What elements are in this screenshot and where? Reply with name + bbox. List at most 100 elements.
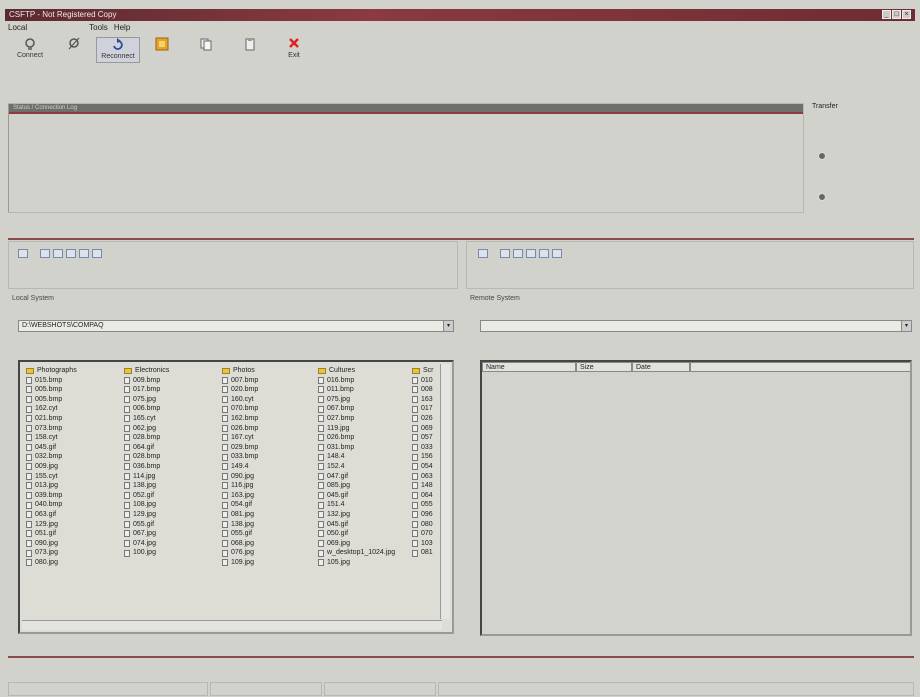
file-item[interactable]: 063.gif [26, 510, 122, 520]
file-item[interactable]: 100.jpg [124, 548, 220, 558]
file-item[interactable]: 163 [412, 395, 440, 405]
file-item[interactable]: 132.jpg [318, 510, 414, 520]
local-horizontal-scrollbar[interactable] [22, 620, 442, 630]
menu-local[interactable]: Local [8, 23, 27, 32]
file-item[interactable]: 040.bmp [26, 500, 122, 510]
file-item[interactable]: 070 [412, 529, 440, 539]
file-item[interactable]: 103 [412, 539, 440, 549]
file-item[interactable]: 155.cyt [26, 472, 122, 482]
local-folder-icon[interactable] [18, 249, 28, 258]
remote-up-icon[interactable] [513, 249, 523, 258]
file-item[interactable]: 028.bmp [124, 433, 220, 443]
file-item[interactable]: 081 [412, 548, 440, 558]
file-item[interactable]: 015.bmp [26, 376, 122, 386]
file-item[interactable]: 020.bmp [222, 385, 318, 395]
chevron-down-icon[interactable]: ▾ [443, 321, 453, 331]
file-item[interactable]: 055.gif [124, 520, 220, 530]
file-item[interactable]: 006.bmp [124, 404, 220, 414]
file-item[interactable]: 129.jpg [26, 520, 122, 530]
file-item[interactable]: 069 [412, 424, 440, 434]
file-item[interactable]: 064.gif [124, 443, 220, 453]
file-item[interactable]: 054.gif [222, 500, 318, 510]
file-item[interactable]: 026.bmp [318, 433, 414, 443]
menu-help[interactable]: Help [114, 23, 130, 32]
file-item[interactable]: 031.bmp [318, 443, 414, 453]
disconnect-button[interactable] [52, 37, 96, 52]
file-item[interactable]: 080.jpg [26, 558, 122, 568]
file-item[interactable]: 085.jpg [318, 481, 414, 491]
chevron-down-icon[interactable]: ▾ [901, 321, 911, 331]
folder-item[interactable]: Scr [412, 366, 440, 376]
file-item[interactable]: 008 [412, 385, 440, 395]
minimize-icon[interactable]: _ [882, 10, 891, 19]
file-item[interactable]: 080 [412, 520, 440, 530]
file-item[interactable]: 076.jpg [222, 548, 318, 558]
local-path-dropdown[interactable]: D:\WEBSHOTS\COMPAQ ▾ [18, 320, 454, 332]
file-item[interactable]: 064 [412, 491, 440, 501]
maximize-icon[interactable]: □ [892, 10, 901, 19]
file-item[interactable]: 162.cyt [26, 404, 122, 414]
file-item[interactable]: 009.jpg [26, 462, 122, 472]
remote-path-dropdown[interactable]: ▾ [480, 320, 912, 332]
file-item[interactable]: 167.cyt [222, 433, 318, 443]
file-item[interactable]: 108.jpg [124, 500, 220, 510]
file-item[interactable]: 052.gif [124, 491, 220, 501]
file-item[interactable]: 075.jpg [318, 395, 414, 405]
file-item[interactable]: w_desktop1_1024.jpg [318, 548, 414, 558]
local-refresh-icon[interactable] [40, 249, 50, 258]
file-item[interactable]: 090.jpg [26, 539, 122, 549]
paste-button[interactable] [228, 37, 272, 52]
local-up-icon[interactable] [53, 249, 63, 258]
file-item[interactable]: 009.bmp [124, 376, 220, 386]
file-item[interactable]: 033.bmp [222, 452, 318, 462]
stop-button[interactable] [140, 37, 184, 52]
file-item[interactable]: 090.jpg [222, 472, 318, 482]
file-item[interactable]: 032.bmp [26, 452, 122, 462]
column-header-date[interactable]: Date [632, 362, 690, 372]
folder-item[interactable]: Photographs [26, 366, 122, 376]
file-item[interactable]: 027.bmp [318, 414, 414, 424]
file-item[interactable]: 138.jpg [124, 481, 220, 491]
file-item[interactable]: 069.jpg [318, 539, 414, 549]
file-item[interactable]: 067.jpg [124, 529, 220, 539]
exit-button[interactable]: Exit [272, 37, 316, 59]
file-item[interactable]: 096 [412, 510, 440, 520]
file-item[interactable]: 036.bmp [124, 462, 220, 472]
file-item[interactable]: 129.jpg [124, 510, 220, 520]
file-item[interactable]: 010 [412, 376, 440, 386]
file-item[interactable]: 055 [412, 500, 440, 510]
file-item[interactable]: 160.cyt [222, 395, 318, 405]
transfer-radio-2[interactable] [818, 193, 826, 201]
file-item[interactable]: 005.bmp [26, 395, 122, 405]
column-header-size[interactable]: Size [576, 362, 632, 372]
folder-item[interactable]: Cultures [318, 366, 414, 376]
file-item[interactable]: 148 [412, 481, 440, 491]
file-item[interactable]: 039.bmp [26, 491, 122, 501]
file-item[interactable]: 045.gif [26, 443, 122, 453]
file-item[interactable]: 067.bmp [318, 404, 414, 414]
file-item[interactable]: 158.cyt [26, 433, 122, 443]
remote-file-list[interactable]: Name Size Date [480, 360, 912, 636]
file-item[interactable]: 017 [412, 404, 440, 414]
file-item[interactable]: 070.bmp [222, 404, 318, 414]
file-item[interactable]: 026 [412, 414, 440, 424]
file-item[interactable]: 063 [412, 472, 440, 482]
file-item[interactable]: 073.bmp [26, 424, 122, 434]
folder-item[interactable]: Electronics [124, 366, 220, 376]
file-item[interactable]: 068.jpg [222, 539, 318, 549]
connect-button[interactable]: Connect [8, 37, 52, 59]
file-item[interactable]: 047.gif [318, 472, 414, 482]
file-item[interactable]: 051.gif [26, 529, 122, 539]
file-item[interactable]: 151.4 [318, 500, 414, 510]
file-item[interactable]: 081.jpg [222, 510, 318, 520]
file-item[interactable]: 054 [412, 462, 440, 472]
file-item[interactable]: 026.bmp [222, 424, 318, 434]
local-list-icon[interactable] [66, 249, 76, 258]
file-item[interactable]: 105.jpg [318, 558, 414, 568]
file-item[interactable]: 073.jpg [26, 548, 122, 558]
file-item[interactable]: 156 [412, 452, 440, 462]
folder-item[interactable]: Photos [222, 366, 318, 376]
local-vertical-scrollbar[interactable] [440, 364, 450, 619]
local-view-icon[interactable] [92, 249, 102, 258]
copy-button[interactable] [184, 37, 228, 52]
